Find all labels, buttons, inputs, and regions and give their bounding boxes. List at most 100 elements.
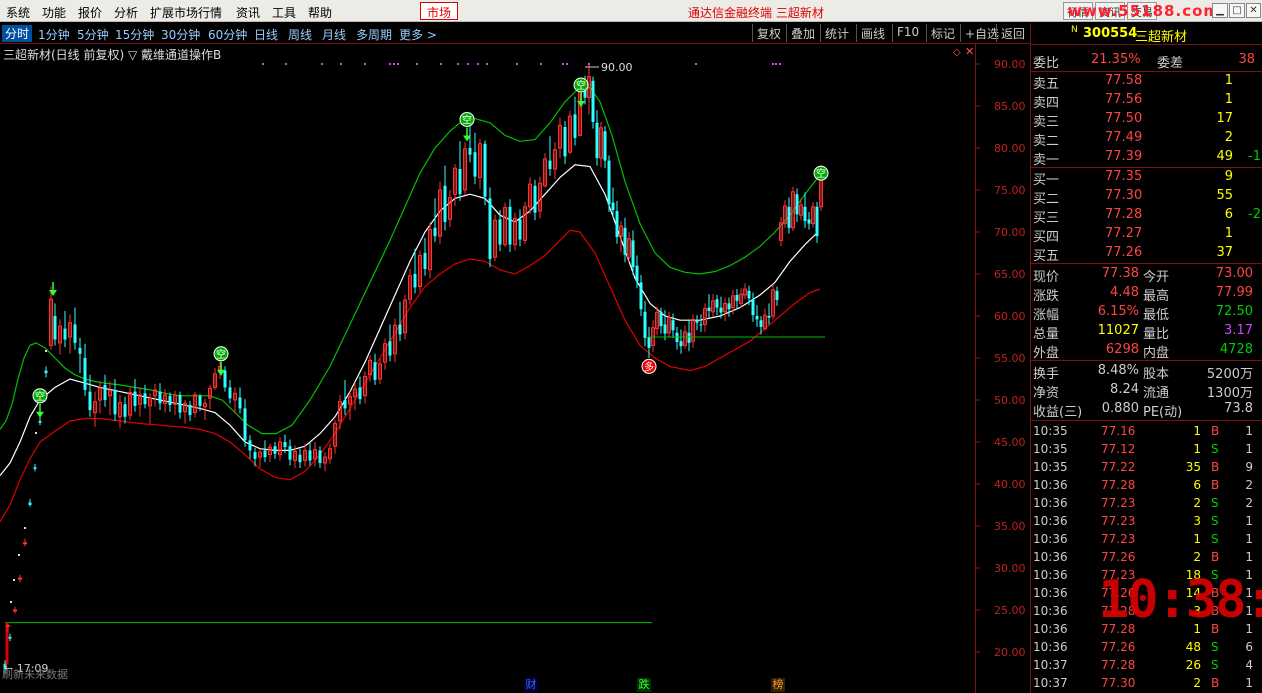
y-axis-tick-label: 50.00 (994, 394, 1026, 407)
menu-item-tools[interactable]: 工具 (272, 4, 296, 21)
candle-body (433, 227, 437, 237)
tick-row: 10:36 77.28 3 B 1 (1031, 603, 1262, 621)
f10-button[interactable]: F10 (892, 24, 923, 42)
chart-toolbar: 分时 1分钟 5分钟 15分钟 30分钟 60分钟 日线 周线 月线 多周期 更… (0, 23, 1030, 44)
tf-monthly[interactable]: 月线 (322, 26, 346, 43)
marker-dot (540, 63, 542, 65)
menu-item-system[interactable]: 系统 (6, 4, 30, 21)
divider (1031, 263, 1262, 264)
tf-30min[interactable]: 30分钟 (161, 26, 200, 43)
stat-label: 最高 (1143, 289, 1170, 304)
tick-time: 10:36 (1033, 622, 1068, 636)
bid-row: 买四 77.27 1 (1031, 225, 1262, 245)
stat-value: 3.17 (1224, 323, 1253, 338)
close-pane-icon[interactable]: ✕ (965, 45, 974, 58)
finance-marker[interactable]: 财 (524, 678, 538, 692)
kline-chart[interactable]: 90.00 85.00 80.00 75.00 70.00 65.00 60.00 55.00… (0, 44, 1030, 693)
menu-item-help[interactable]: 帮助 (308, 4, 332, 21)
marker-dot (562, 63, 564, 65)
fund-value: 1300万 (1206, 386, 1253, 401)
new-stock-flag: N (1071, 25, 1078, 35)
candle-body (603, 131, 607, 161)
candle-body (248, 440, 252, 451)
tf-5min[interactable]: 5分钟 (77, 26, 109, 43)
candle-body (133, 391, 137, 406)
tick-volume: 35 (1185, 460, 1201, 474)
tf-multi[interactable]: 多周期 (356, 26, 392, 43)
diamond-icon[interactable]: ◇ (953, 47, 961, 58)
tf-15min[interactable]: 15分钟 (115, 26, 154, 43)
tf-daily[interactable]: 日线 (254, 26, 278, 43)
candle-body (639, 282, 643, 310)
candle-body (563, 127, 567, 157)
tick-volume: 1 (1193, 532, 1201, 546)
future-data-label[interactable]: 刷新未来数据 (2, 666, 68, 682)
candle-body (398, 324, 402, 335)
tf-fenshi[interactable]: 分时 (2, 25, 33, 42)
ask-label: 卖五 (1033, 77, 1060, 92)
ask-price: 77.56 (1105, 92, 1143, 107)
candle-body (719, 307, 723, 313)
tf-1min[interactable]: 1分钟 (38, 26, 70, 43)
mark-button[interactable]: 标记 (926, 24, 959, 42)
candle-body (775, 290, 779, 301)
fund-row: 收益(三) 0.880 PE(动) 73.8 (1031, 400, 1262, 420)
kline-chart-svg[interactable]: 90.00 85.00 80.00 75.00 70.00 65.00 60.00 55.00… (0, 44, 1030, 693)
marker-dot (772, 63, 774, 65)
tf-60min[interactable]: 60分钟 (208, 26, 247, 43)
tick-side: B (1211, 460, 1220, 474)
tick-price: 77.22 (1101, 460, 1136, 474)
tick-volume: 26 (1185, 658, 1201, 672)
candle-body (228, 387, 232, 399)
fund-row: 净资 8.24 流通 1300万 (1031, 381, 1262, 401)
tick-volume: 2 (1193, 676, 1201, 690)
market-button[interactable]: 市场 (420, 2, 459, 20)
stats-button[interactable]: 统计 (820, 24, 853, 42)
ask-row: 卖五 77.58 1 (1031, 72, 1262, 92)
stat-label: 量比 (1143, 327, 1170, 342)
ask-label: 卖三 (1033, 115, 1060, 130)
y-axis-tick-label: 45.00 (994, 436, 1026, 449)
tf-weekly[interactable]: 周线 (288, 26, 312, 43)
tick-price: 77.16 (1101, 424, 1136, 438)
menu-item-quote[interactable]: 报价 (78, 4, 102, 21)
tf-more[interactable]: 更多 > (399, 26, 437, 43)
high-price-label: 90.00 (601, 61, 633, 74)
candle-body (33, 467, 37, 469)
candle-body (807, 219, 811, 224)
candle-body (815, 206, 819, 237)
minimize-icon[interactable]: ▁ (1212, 3, 1228, 18)
draw-button[interactable]: 画线 (856, 24, 889, 42)
close-icon[interactable]: ✕ (1246, 3, 1261, 18)
marker-dot (588, 63, 590, 65)
tick-time: 10:36 (1033, 586, 1068, 600)
fund-row: 换手 8.48% 股本 5200万 (1031, 362, 1262, 382)
candle-body (88, 391, 92, 411)
back-button[interactable]: 返回 (996, 24, 1029, 42)
ask-row: 卖一 77.39 49 -1 (1031, 148, 1262, 168)
tick-side: S (1211, 514, 1219, 528)
tick-time: 10:37 (1033, 658, 1068, 672)
marker-dot (467, 63, 469, 65)
stock-code: 300554 (1083, 26, 1138, 41)
overlay-button[interactable]: 叠加 (786, 24, 819, 42)
bid-label: 买一 (1033, 173, 1060, 188)
menu-item-ext-market[interactable]: 扩展市场行情 (150, 4, 222, 21)
candle-body (751, 299, 755, 316)
menu-item-analysis[interactable]: 分析 (114, 4, 138, 21)
y-axis-tick-label: 85.00 (994, 100, 1026, 113)
list-marker[interactable]: 榜 (771, 678, 785, 692)
fund-value: 8.24 (1110, 382, 1139, 397)
stat-row: 涨跌 4.48 最高 77.99 (1031, 284, 1262, 304)
fuquan-button[interactable]: 复权 (752, 24, 785, 42)
drop-marker[interactable]: 跌 (637, 678, 651, 692)
candle-body (358, 387, 362, 400)
menu-item-info[interactable]: 资讯 (236, 4, 260, 21)
tick-volume: 18 (1185, 568, 1201, 582)
tick-count: 6 (1245, 640, 1253, 654)
candle-body (283, 442, 287, 448)
stat-label: 涨幅 (1033, 308, 1060, 323)
stat-value: 73.00 (1215, 266, 1253, 281)
menu-item-function[interactable]: 功能 (42, 4, 66, 21)
maximize-icon[interactable]: □ (1229, 3, 1245, 18)
